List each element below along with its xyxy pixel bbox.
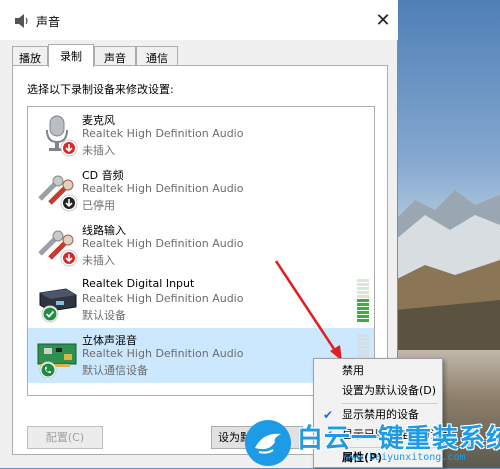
window-title: 声音 — [36, 15, 61, 29]
watermark-title: 白云一键重装系统 — [297, 424, 500, 454]
device-status: 未插入 — [82, 254, 115, 267]
red-down-arrow-badge — [60, 249, 78, 267]
green-check-badge — [41, 305, 59, 323]
device-name: 立体声混音 — [82, 334, 137, 347]
device-driver: Realtek High Definition Audio — [82, 182, 244, 195]
device-driver: Realtek High Definition Audio — [82, 292, 244, 305]
site-watermark: 白云一键重装系统 www.baiyunxitong.com — [245, 418, 500, 468]
green-phone-badge — [39, 361, 57, 378]
device-status: 已停用 — [82, 199, 115, 212]
device-status: 默认设备 — [82, 309, 126, 322]
audio-jack-icon — [38, 230, 78, 267]
device-name: 麦克风 — [82, 114, 115, 127]
digital-input-icon — [39, 288, 77, 323]
black-down-arrow-badge — [60, 194, 78, 212]
red-down-arrow-badge — [60, 139, 78, 157]
device-item-cd-audio[interactable]: CD 音频 Realtek High Definition Audio 已停用 — [28, 163, 374, 218]
device-driver: Realtek High Definition Audio — [82, 237, 244, 250]
tab-playback[interactable]: 播放 — [12, 46, 48, 66]
menu-item-set-default-device[interactable]: 设置为默认设备(D) — [314, 381, 442, 401]
device-status: 默认通信设备 — [82, 364, 148, 377]
panel-instruction: 选择以下录制设备来修改设置: — [27, 83, 174, 96]
level-meter — [357, 279, 369, 323]
annotation-arrow — [274, 260, 342, 361]
device-name: Realtek Digital Input — [82, 277, 195, 290]
menu-separator — [342, 403, 438, 404]
tab-recording[interactable]: 录制 — [48, 44, 94, 67]
device-driver: Realtek High Definition Audio — [82, 127, 244, 140]
device-item-microphone[interactable]: 麦克风 Realtek High Definition Audio 未插入 — [28, 108, 374, 163]
tab-communications[interactable]: 通信 — [136, 46, 178, 66]
microphone-icon — [46, 115, 78, 157]
tab-sounds[interactable]: 声音 — [94, 46, 136, 66]
menu-item-disable[interactable]: 禁用 — [314, 361, 442, 381]
title-bar: 声音 ✕ — [0, 0, 398, 40]
audio-jack-icon — [38, 175, 78, 212]
wallpaper-mountains — [395, 190, 500, 350]
device-status: 未插入 — [82, 144, 115, 157]
device-name: 线路输入 — [82, 224, 126, 237]
device-driver: Realtek High Definition Audio — [82, 347, 244, 360]
bird-logo-icon — [245, 420, 291, 466]
close-button[interactable]: ✕ — [372, 10, 394, 32]
watermark-url: www.baiyunxitong.com — [345, 452, 466, 463]
speaker-icon — [15, 14, 28, 28]
device-name: CD 音频 — [82, 169, 124, 182]
sound-card-icon — [37, 343, 77, 378]
configure-button[interactable]: 配置(C) — [27, 426, 103, 449]
